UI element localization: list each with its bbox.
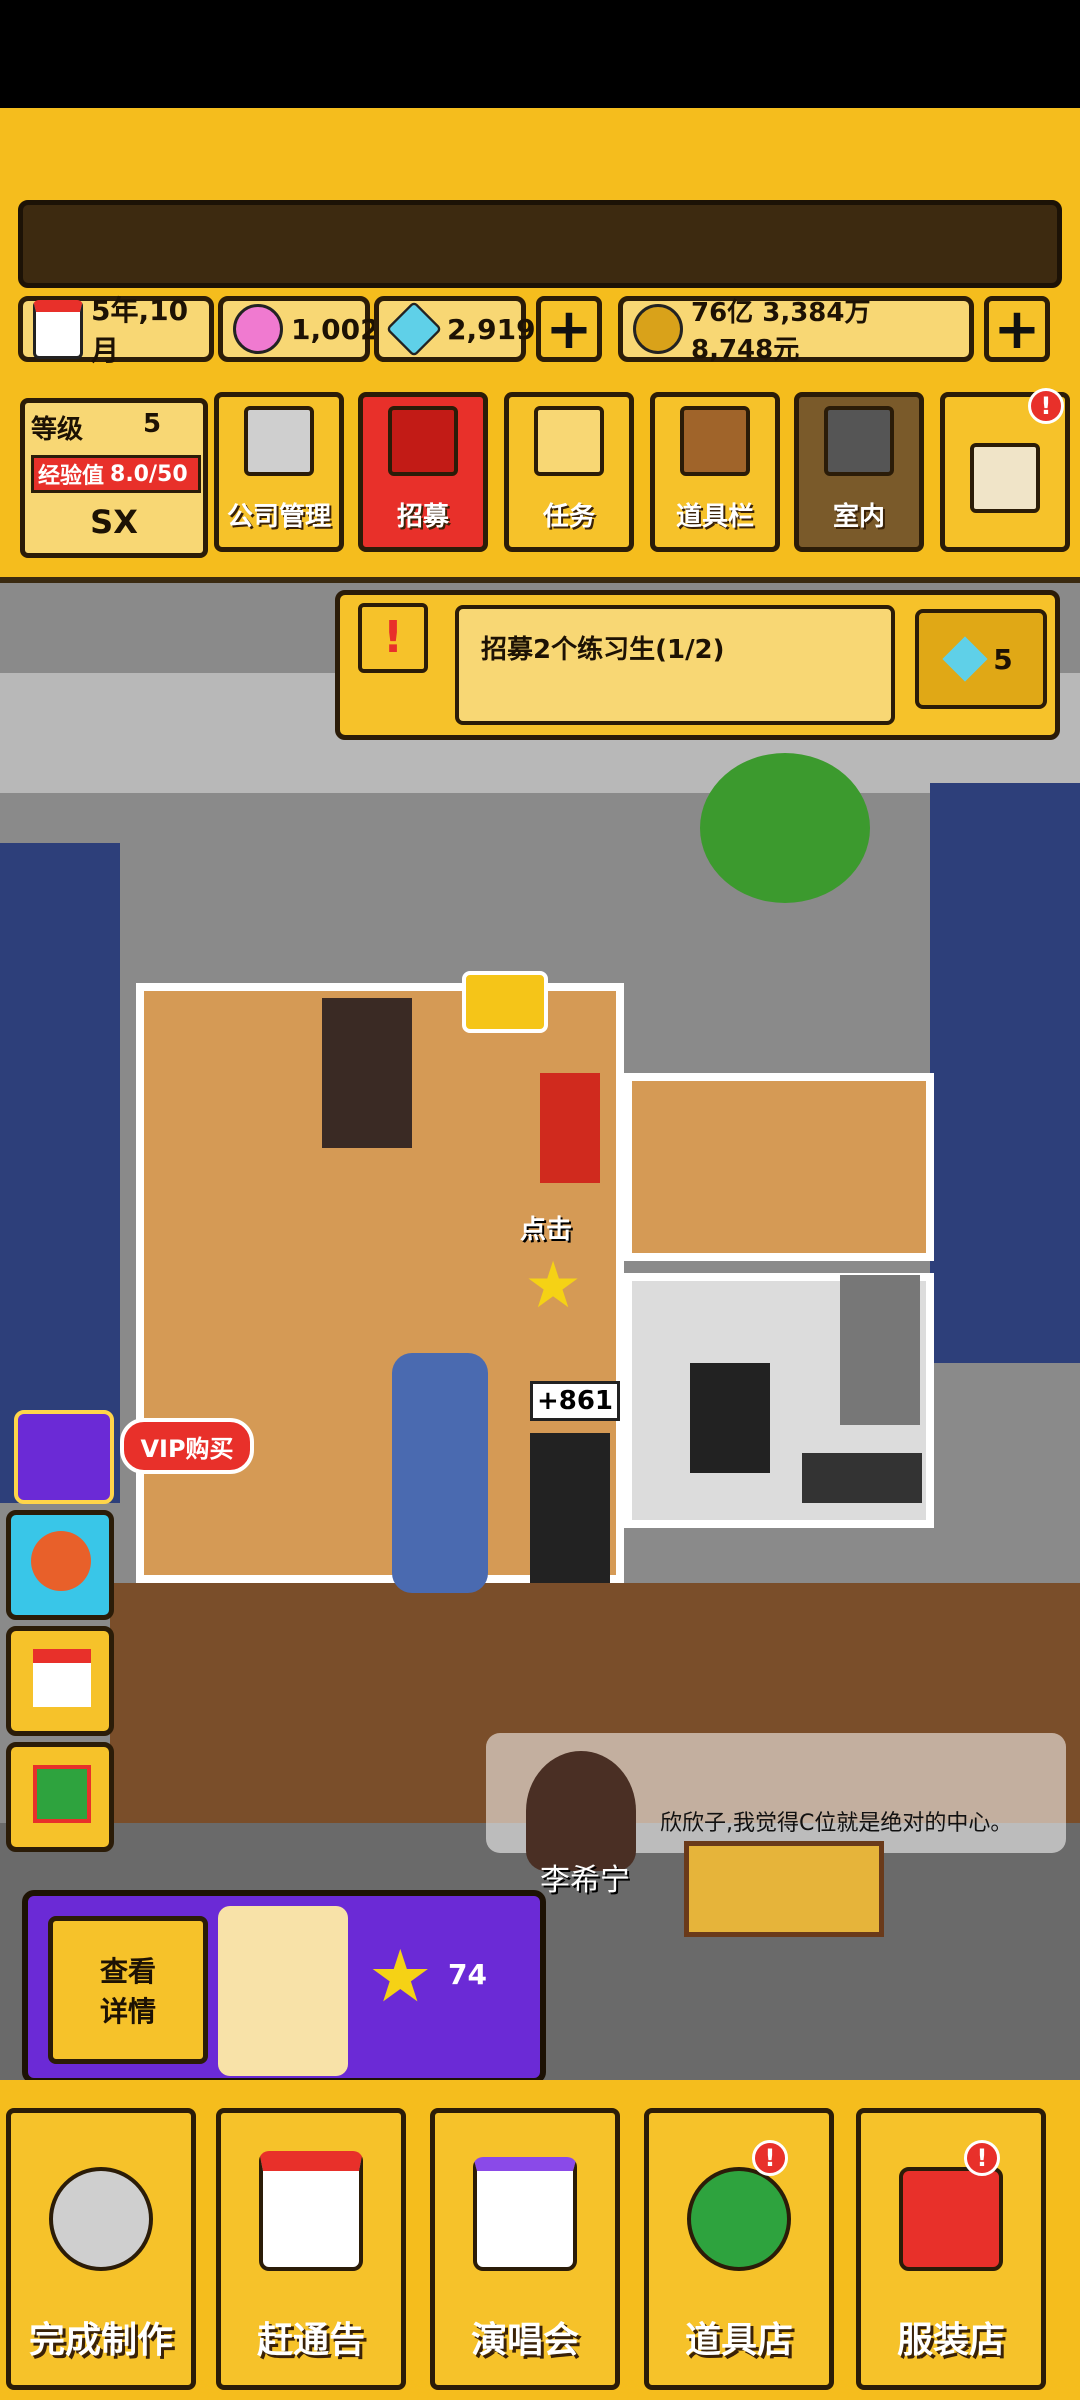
pink-gem-icon — [233, 304, 283, 354]
diamond-icon — [385, 300, 443, 358]
rank-text: SX — [90, 503, 138, 541]
clothes-shop-badge: ! — [964, 2140, 1000, 2176]
diamond-count: 2,919 — [447, 312, 536, 346]
character-producer[interactable] — [690, 1363, 770, 1473]
quest-bar[interactable]: ! 招募2个练习生(1/2) 5 — [335, 590, 1060, 740]
trophy-icon[interactable] — [462, 971, 548, 1033]
right-building — [930, 783, 1080, 1363]
concert-label: 演唱会 — [470, 2320, 579, 2361]
star-count: 74 — [448, 1958, 487, 1991]
add-diamond-button[interactable]: + — [536, 296, 602, 362]
exp-label: 经验值 — [38, 464, 105, 489]
money-text: 76亿 3,384万 8,748元 — [691, 298, 871, 365]
schedule-label: 赶通告 — [256, 2320, 365, 2361]
reward-popup: +861 — [530, 1381, 620, 1421]
street-sign-board[interactable] — [684, 1841, 884, 1937]
scroll-icon — [534, 406, 604, 476]
recruit-label: 招募 — [396, 502, 449, 532]
item-shop-badge: ! — [752, 2140, 788, 2176]
game-scene[interactable]: 点击 ★ +861 欣欣子,我觉得C位就是绝对的中心。 李希宁 — [0, 583, 1080, 2080]
date-text: 5年,10月 — [91, 294, 189, 367]
complete-label: 完成制作 — [28, 2320, 173, 2361]
quest-alert-icon: ! — [358, 603, 428, 673]
calendar-icon — [33, 299, 83, 359]
practice-room[interactable] — [624, 1073, 934, 1261]
character-singer[interactable] — [840, 1275, 920, 1425]
tap-hint-text: 点击 — [520, 1215, 573, 1245]
paint-roller-icon — [824, 406, 894, 476]
flame-wheel-button[interactable] — [6, 1510, 114, 1620]
mail-icon — [970, 443, 1040, 513]
rating-star-icon: ★ — [368, 1934, 433, 2018]
disc-icon — [49, 2167, 153, 2271]
money-counter: 76亿 3,384万 8,748元 — [618, 296, 974, 365]
gift-button[interactable] — [6, 1742, 114, 1852]
company-management-button[interactable]: 公司管理 — [214, 392, 344, 552]
clover-icon — [687, 2167, 791, 2271]
fire-wheel-icon — [31, 1531, 91, 1591]
star-icon[interactable]: ★ — [520, 1253, 586, 1319]
quest-text: 招募2个练习生(1/2) — [481, 635, 725, 665]
schedule-calendar-icon — [259, 2151, 363, 2271]
exp-bar: 经验值 8.0/50 — [31, 455, 201, 493]
building-icon — [244, 406, 314, 476]
vip-buy-button[interactable]: VIP购买 — [120, 1418, 254, 1474]
calendar-event-button[interactable] — [6, 1626, 114, 1736]
idol-portrait — [218, 1906, 348, 2076]
view-details-button[interactable]: 查看 详情 — [48, 1916, 208, 2064]
keyboard-instrument — [802, 1453, 922, 1503]
quest-text-panel: 招募2个练习生(1/2) — [455, 605, 895, 725]
npc-name: 李希宁 — [540, 1863, 630, 1898]
company-name-bar — [18, 200, 1062, 288]
diamond-counter: 2,919 — [374, 296, 536, 362]
clothes-shop-label: 服装店 — [896, 2320, 1005, 2361]
quest-reward-button[interactable]: 5 — [915, 609, 1047, 709]
item-shop-label: 道具店 — [684, 2320, 793, 2361]
character-red-outfit[interactable] — [540, 1073, 600, 1183]
complete-production-button[interactable]: 完成制作 — [6, 2108, 196, 2390]
chest-icon — [680, 406, 750, 476]
schedule-button[interactable]: 赶通告 — [216, 2108, 406, 2390]
character-longhair[interactable] — [322, 998, 412, 1148]
rainbow-stage-icon — [473, 2157, 577, 2271]
event-calendar-icon — [33, 1649, 91, 1707]
recruit-button[interactable]: 招募 — [358, 392, 488, 552]
character-blue-dress[interactable] — [392, 1353, 488, 1593]
interior-button[interactable]: 室内 — [794, 392, 924, 552]
level-value: 5 — [143, 409, 162, 439]
inventory-label: 道具栏 — [675, 502, 754, 532]
coin-icon — [633, 304, 683, 354]
gem-count: 1,002 — [291, 312, 380, 346]
level-panel: 等级 5 经验值 8.0/50 SX — [20, 398, 208, 558]
level-label: 等级 — [31, 415, 84, 445]
character-black-suit[interactable] — [530, 1433, 610, 1583]
inventory-button[interactable]: 道具栏 — [650, 392, 780, 552]
company-label: 公司管理 — [226, 502, 331, 532]
speech-text: 欣欣子,我觉得C位就是绝对的中心。 — [660, 1811, 1013, 1836]
quest-reward-value: 5 — [993, 642, 1013, 676]
clothes-shop-button[interactable]: 服装店 — [856, 2108, 1046, 2390]
add-money-button[interactable]: + — [984, 296, 1050, 362]
exp-value: 8.0/50 — [110, 461, 188, 487]
mail-notification-badge: ! — [1028, 388, 1064, 424]
left-building — [0, 843, 120, 1503]
gem-counter: 1,002 — [218, 296, 380, 362]
vip-crown-icon[interactable] — [14, 1410, 114, 1504]
task-label: 任务 — [542, 502, 595, 532]
gift-icon — [33, 1765, 91, 1823]
shirt-icon — [899, 2167, 1003, 2271]
status-bar — [0, 0, 1080, 108]
idol-card[interactable]: 查看 详情 ★ 74 — [22, 1890, 546, 2084]
reward-diamond-icon — [942, 636, 988, 682]
npc-avatar[interactable] — [526, 1751, 636, 1871]
item-shop-button[interactable]: 道具店 — [644, 2108, 834, 2390]
task-button[interactable]: 任务 — [504, 392, 634, 552]
date-display: 5年,10月 — [18, 294, 214, 367]
interior-label: 室内 — [832, 502, 885, 532]
apple-tree[interactable] — [700, 753, 870, 903]
concert-button[interactable]: 演唱会 — [430, 2108, 620, 2390]
megaphone-icon — [388, 406, 458, 476]
